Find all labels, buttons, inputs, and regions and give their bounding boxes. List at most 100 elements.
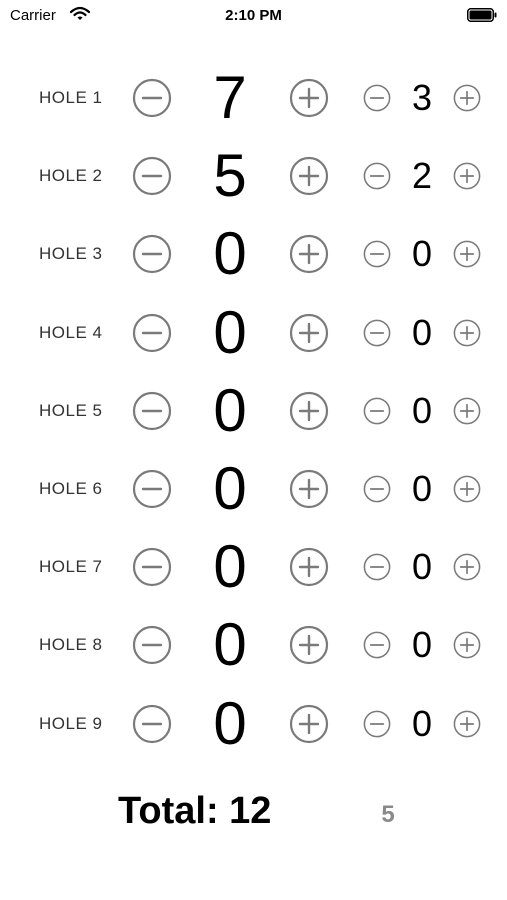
hole-score: 7 [213,64,247,131]
hole-row: HOLE 9 0 0 [0,689,507,759]
putts-decrement-button[interactable] [363,162,391,190]
hole-row: HOLE 7 0 0 [0,532,507,602]
hole-score: 0 [213,611,247,679]
score-decrement-button[interactable] [132,391,172,431]
plus-circle-icon [289,469,329,509]
putts-decrement-button[interactable] [363,475,391,503]
minus-circle-icon [363,475,391,503]
putts-decrement-button[interactable] [363,553,391,581]
putts-increment-button[interactable] [453,710,481,738]
score-increment-button[interactable] [289,156,329,196]
minus-circle-icon [363,319,391,347]
hole-row: HOLE 5 0 0 [0,376,507,446]
plus-circle-icon [453,475,481,503]
minus-circle-icon [132,78,172,118]
score-decrement-button[interactable] [132,234,172,274]
score-decrement-button[interactable] [132,78,172,118]
score-increment-button[interactable] [289,234,329,274]
score-decrement-button[interactable] [132,313,172,353]
plus-circle-icon [453,553,481,581]
hole-putts: 0 [411,624,433,666]
minus-circle-icon [132,234,172,274]
plus-circle-icon [289,78,329,118]
hole-row: HOLE 8 0 0 [0,610,507,680]
putts-increment-button[interactable] [453,84,481,112]
plus-circle-icon [453,240,481,268]
score-increment-button[interactable] [289,547,329,587]
hole-score: 0 [213,376,247,444]
putts-decrement-button[interactable] [363,631,391,659]
putts-decrement-button[interactable] [363,710,391,738]
plus-circle-icon [453,631,481,659]
score-decrement-button[interactable] [132,704,172,744]
putts-increment-button[interactable] [453,240,481,268]
minus-circle-icon [363,162,391,190]
plus-circle-icon [453,397,481,425]
hole-row: HOLE 6 0 0 [0,454,507,524]
putts-increment-button[interactable] [453,319,481,347]
hole-label: HOLE 4 [39,322,103,342]
putts-increment-button[interactable] [453,162,481,190]
hole-putts: 2 [411,155,433,197]
plus-circle-icon [453,710,481,738]
minus-circle-icon [132,704,172,744]
hole-label: HOLE 1 [39,88,103,107]
total-putts: 5 [381,801,395,828]
putts-decrement-button[interactable] [363,397,391,425]
hole-label: HOLE 3 [39,244,103,264]
plus-circle-icon [289,313,329,353]
plus-circle-icon [289,234,329,274]
plus-circle-icon [289,625,329,665]
score-increment-button[interactable] [289,704,329,744]
plus-circle-icon [289,391,329,431]
putts-increment-button[interactable] [453,397,481,425]
minus-circle-icon [363,397,391,425]
minus-circle-icon [132,469,172,509]
plus-circle-icon [453,84,481,112]
putts-decrement-button[interactable] [363,319,391,347]
status-time: 2:10 PM [225,7,282,24]
hole-label: HOLE 9 [39,713,103,733]
hole-putts: 0 [411,311,433,353]
hole-putts: 0 [411,546,433,588]
putts-increment-button[interactable] [453,475,481,503]
hole-score: 5 [213,142,247,210]
score-increment-button[interactable] [289,313,329,353]
hole-score: 0 [213,533,247,601]
hole-label: HOLE 2 [39,166,103,186]
status-bar: Carrier 2:10 PM [0,0,507,32]
score-increment-button[interactable] [289,391,329,431]
hole-putts: 0 [411,233,433,275]
minus-circle-icon [363,84,391,112]
hole-putts: 0 [411,702,433,744]
minus-circle-icon [132,625,172,665]
score-decrement-button[interactable] [132,625,172,665]
score-decrement-button[interactable] [132,156,172,196]
hole-putts: 3 [411,77,433,118]
hole-label: HOLE 8 [39,635,103,655]
score-increment-button[interactable] [289,469,329,509]
putts-decrement-button[interactable] [363,240,391,268]
score-increment-button[interactable] [289,78,329,118]
hole-row: HOLE 4 0 0 [0,298,507,368]
plus-circle-icon [453,319,481,347]
hole-score: 0 [213,298,247,366]
putts-decrement-button[interactable] [363,84,391,112]
hole-row: HOLE 3 0 0 [0,219,507,289]
putts-increment-button[interactable] [453,631,481,659]
score-decrement-button[interactable] [132,469,172,509]
score-increment-button[interactable] [289,625,329,665]
hole-label: HOLE 7 [39,557,103,577]
putts-increment-button[interactable] [453,553,481,581]
minus-circle-icon [132,391,172,431]
score-decrement-button[interactable] [132,547,172,587]
minus-circle-icon [363,710,391,738]
hole-score: 0 [213,689,247,757]
hole-label: HOLE 6 [39,479,103,498]
minus-circle-icon [132,547,172,587]
hole-label: HOLE 5 [39,400,103,420]
hole-score: 0 [213,220,247,288]
minus-circle-icon [363,240,391,268]
hole-putts: 0 [411,389,433,431]
hole-score: 0 [213,455,247,522]
